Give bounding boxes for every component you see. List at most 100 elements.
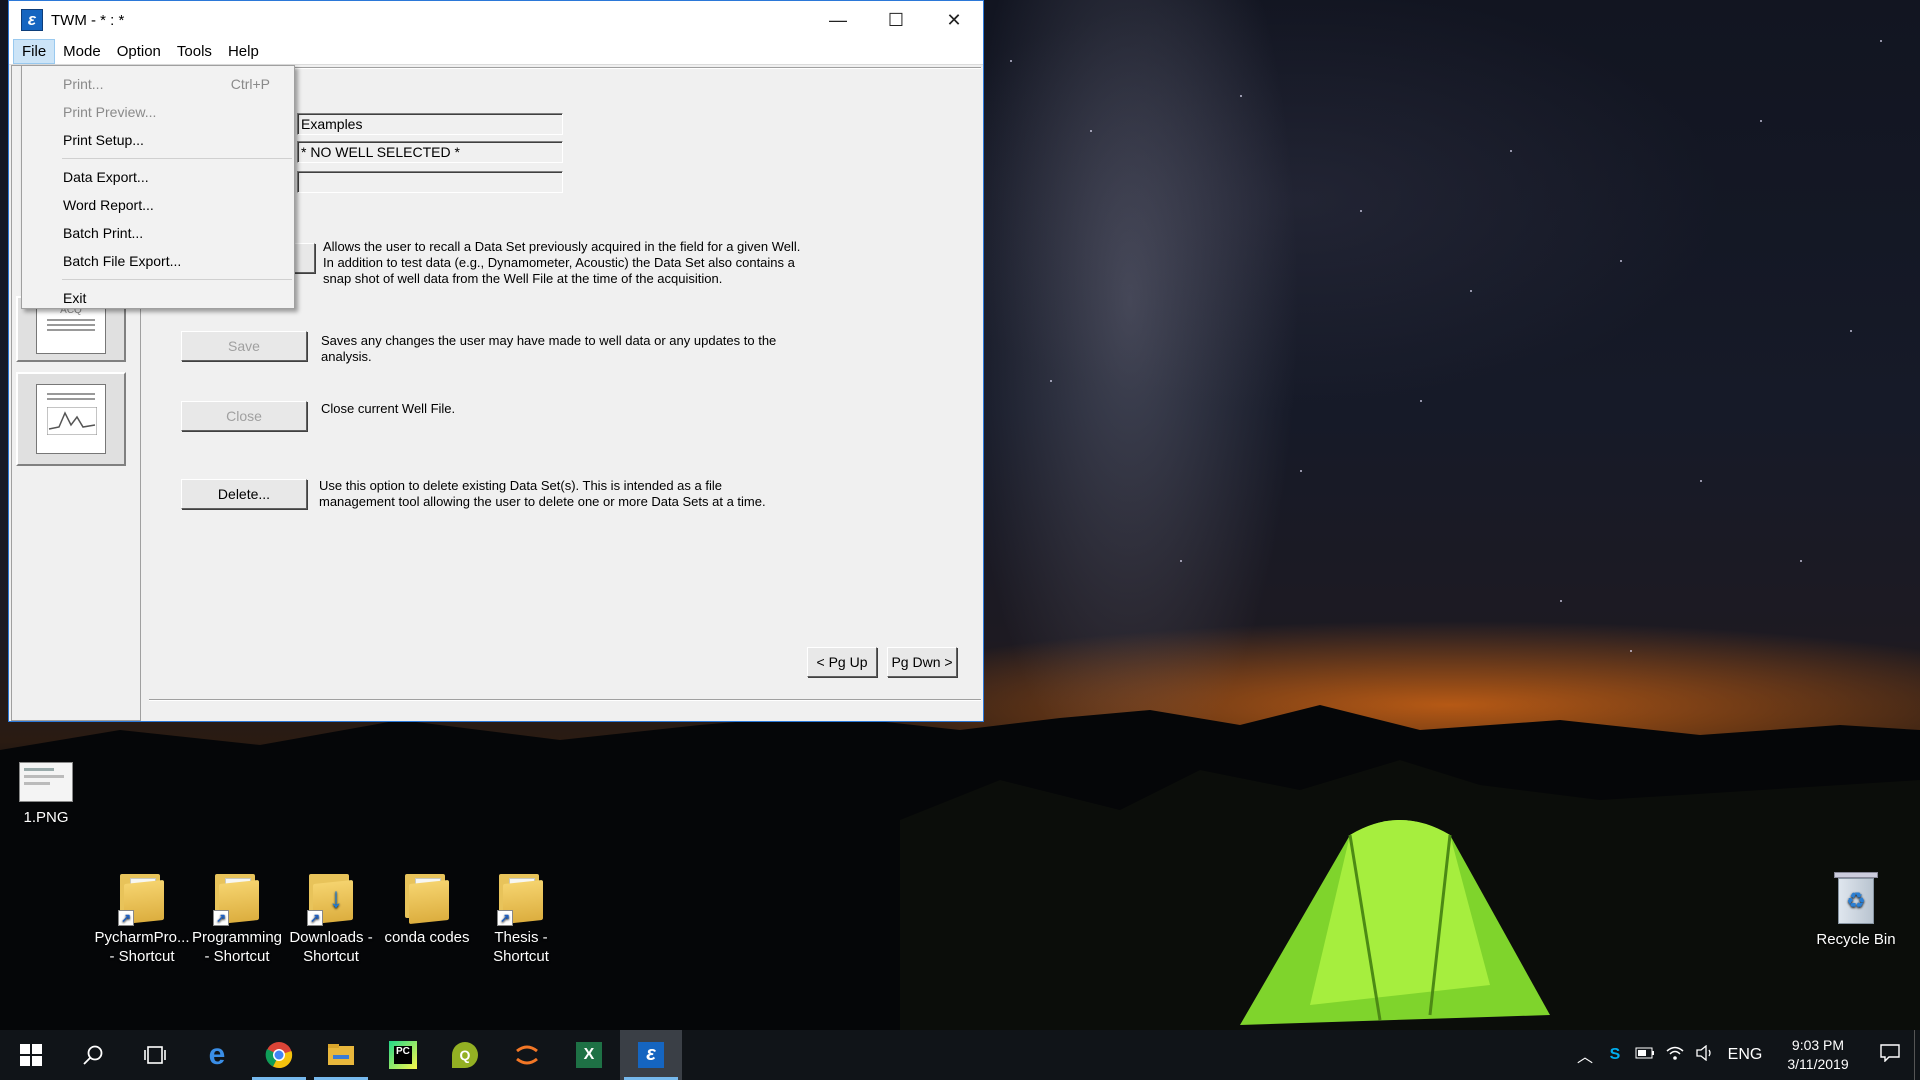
twm-window: ε TWM - * : * — ☐ ✕ File Mode Option Too… <box>8 0 984 722</box>
excel-icon: X <box>576 1042 602 1068</box>
desktop-icon-label: Downloads - Shortcut <box>289 929 373 965</box>
language-indicator[interactable]: ENG <box>1720 1046 1770 1064</box>
file-menu-dropdown: Print... Ctrl+P Print Preview... Print S… <box>21 65 295 309</box>
task-view-button[interactable] <box>124 1030 186 1080</box>
menu-item-exit[interactable]: Exit <box>22 284 294 312</box>
menu-item-print-preview[interactable]: Print Preview... <box>22 98 294 126</box>
window-controls: — ☐ ✕ <box>809 1 983 39</box>
skype-icon[interactable]: S <box>1600 1046 1630 1064</box>
windows-logo-icon <box>20 1044 42 1066</box>
desktop-icon-thesis-shortcut[interactable]: ↗ Thesis - Shortcut <box>473 872 569 966</box>
page-down-button[interactable]: Pg Dwn > <box>887 647 957 677</box>
chrome-icon <box>265 1042 293 1069</box>
search-icon <box>83 1045 103 1065</box>
taskbar-excel[interactable]: X <box>558 1030 620 1080</box>
desktop-icon-programming-shortcut[interactable]: ↗ Programming - Shortcut <box>189 872 285 966</box>
folder-icon: ↗ <box>497 872 545 926</box>
menu-option[interactable]: Option <box>109 40 169 63</box>
menu-item-word-report[interactable]: Word Report... <box>22 191 294 219</box>
menu-item-label: Print... <box>63 76 104 92</box>
clock-time: 9:03 PM <box>1791 1037 1845 1053</box>
menu-item-batch-print[interactable]: Batch Print... <box>22 219 294 247</box>
minimize-button[interactable]: — <box>809 1 867 39</box>
menu-item-label: Print Preview... <box>63 104 157 120</box>
desktop-icon-label: conda codes <box>384 929 470 946</box>
desktop-icon-label: Recycle Bin <box>1816 931 1896 948</box>
menu-help[interactable]: Help <box>220 40 267 63</box>
desktop-icon-label: Programming - Shortcut <box>191 929 283 965</box>
close-button[interactable]: ✕ <box>925 1 983 39</box>
folder-icon <box>403 872 451 925</box>
clock-date: 3/11/2019 <box>1787 1056 1849 1072</box>
desktop-icon-label: PycharmPro... - Shortcut <box>94 929 190 965</box>
maximize-button[interactable]: ☐ <box>867 1 925 39</box>
delete-description: Use this option to delete existing Data … <box>319 478 766 509</box>
menu-item-label: Word Report... <box>63 197 154 213</box>
jupyter-icon <box>516 1045 538 1065</box>
desktop-icon-downloads-shortcut[interactable]: ↓ ↗ Downloads - Shortcut <box>283 872 379 966</box>
desktop-icon-pycharm-shortcut[interactable]: ↗ PycharmPro... - Shortcut <box>94 872 190 966</box>
menu-separator <box>62 158 292 159</box>
bottom-divider <box>149 699 981 701</box>
twm-app-icon[interactable]: ε <box>21 9 43 31</box>
system-tray: ︿ S ENG 9:03 PM 3/11/2019 <box>1570 1030 1920 1080</box>
menu-item-label: Print Setup... <box>63 132 144 148</box>
taskbar-pycharm[interactable]: PC <box>372 1030 434 1080</box>
twm-app-icon: ε <box>638 1042 664 1068</box>
group-field[interactable]: Examples <box>297 113 563 135</box>
close-file-button[interactable]: Close <box>181 401 307 431</box>
menu-mode[interactable]: Mode <box>55 40 109 63</box>
title-bar[interactable]: ε TWM - * : * — ☐ ✕ <box>9 1 983 39</box>
menu-item-print[interactable]: Print... Ctrl+P <box>22 70 294 98</box>
menu-item-label: Batch File Export... <box>63 253 182 269</box>
well-field[interactable]: * NO WELL SELECTED * <box>297 141 563 163</box>
menu-bar: File Mode Option Tools Help <box>9 39 983 65</box>
dataset-field[interactable] <box>297 171 563 193</box>
qgis-icon: Q <box>452 1042 478 1068</box>
tent-image <box>1240 820 1550 1025</box>
show-desktop-button[interactable] <box>1914 1030 1920 1080</box>
recall-description: Allows the user to recall a Data Set pre… <box>323 239 801 286</box>
volume-icon[interactable] <box>1690 1044 1720 1066</box>
save-button[interactable]: Save <box>181 331 307 361</box>
page-up-button[interactable]: < Pg Up <box>807 647 877 677</box>
desktop-icon-label: Thesis - Shortcut <box>493 929 549 965</box>
desktop-icon-recycle-bin[interactable]: ♻ Recycle Bin <box>1804 872 1908 949</box>
menu-item-print-setup[interactable]: Print Setup... <box>22 126 294 154</box>
menu-item-shortcut: Ctrl+P <box>230 76 270 92</box>
wifi-icon[interactable] <box>1660 1045 1690 1066</box>
start-button[interactable] <box>0 1030 62 1080</box>
save-description: Saves any changes the user may have made… <box>321 333 777 364</box>
menu-separator <box>62 279 292 280</box>
taskbar-chrome[interactable] <box>248 1030 310 1080</box>
taskbar-twm[interactable]: ε <box>620 1030 682 1080</box>
file-explorer-icon <box>328 1044 354 1065</box>
menu-item-label: Data Export... <box>63 169 149 185</box>
taskbar-file-explorer[interactable] <box>310 1030 372 1080</box>
clock[interactable]: 9:03 PM 3/11/2019 <box>1770 1036 1866 1074</box>
menu-file[interactable]: File <box>13 39 56 64</box>
notifications-icon[interactable] <box>1866 1043 1914 1067</box>
recycle-bin-icon: ♻ <box>1834 872 1878 924</box>
menu-item-batch-file-export[interactable]: Batch File Export... <box>22 247 294 275</box>
taskbar-edge[interactable]: e <box>186 1030 248 1080</box>
folder-icon: ↗ <box>118 872 166 926</box>
downloads-folder-icon: ↓ ↗ <box>307 872 355 926</box>
folder-icon: ↗ <box>213 872 261 926</box>
desktop-icon-conda-codes[interactable]: conda codes <box>379 872 475 947</box>
taskbar-qgis[interactable]: Q <box>434 1030 496 1080</box>
menu-item-label: Exit <box>63 290 87 306</box>
menu-item-label: Batch Print... <box>63 225 144 241</box>
delete-button[interactable]: Delete... <box>181 479 307 509</box>
menu-tools[interactable]: Tools <box>169 40 220 63</box>
analysis-tool-button[interactable] <box>16 372 126 466</box>
chevron-up-icon[interactable]: ︿ <box>1570 1043 1600 1067</box>
image-file-icon <box>19 762 73 802</box>
desktop-icon-png-file[interactable]: 1.PNG <box>0 762 92 827</box>
menu-item-data-export[interactable]: Data Export... <box>22 163 294 191</box>
edge-icon: e <box>208 1038 226 1071</box>
taskbar: e PC Q X ε ︿ S ENG 9:03 PM 3/11/2019 <box>0 1030 1920 1080</box>
taskbar-jupyter[interactable] <box>496 1030 558 1080</box>
battery-icon[interactable] <box>1630 1046 1660 1064</box>
search-button[interactable] <box>62 1030 124 1080</box>
